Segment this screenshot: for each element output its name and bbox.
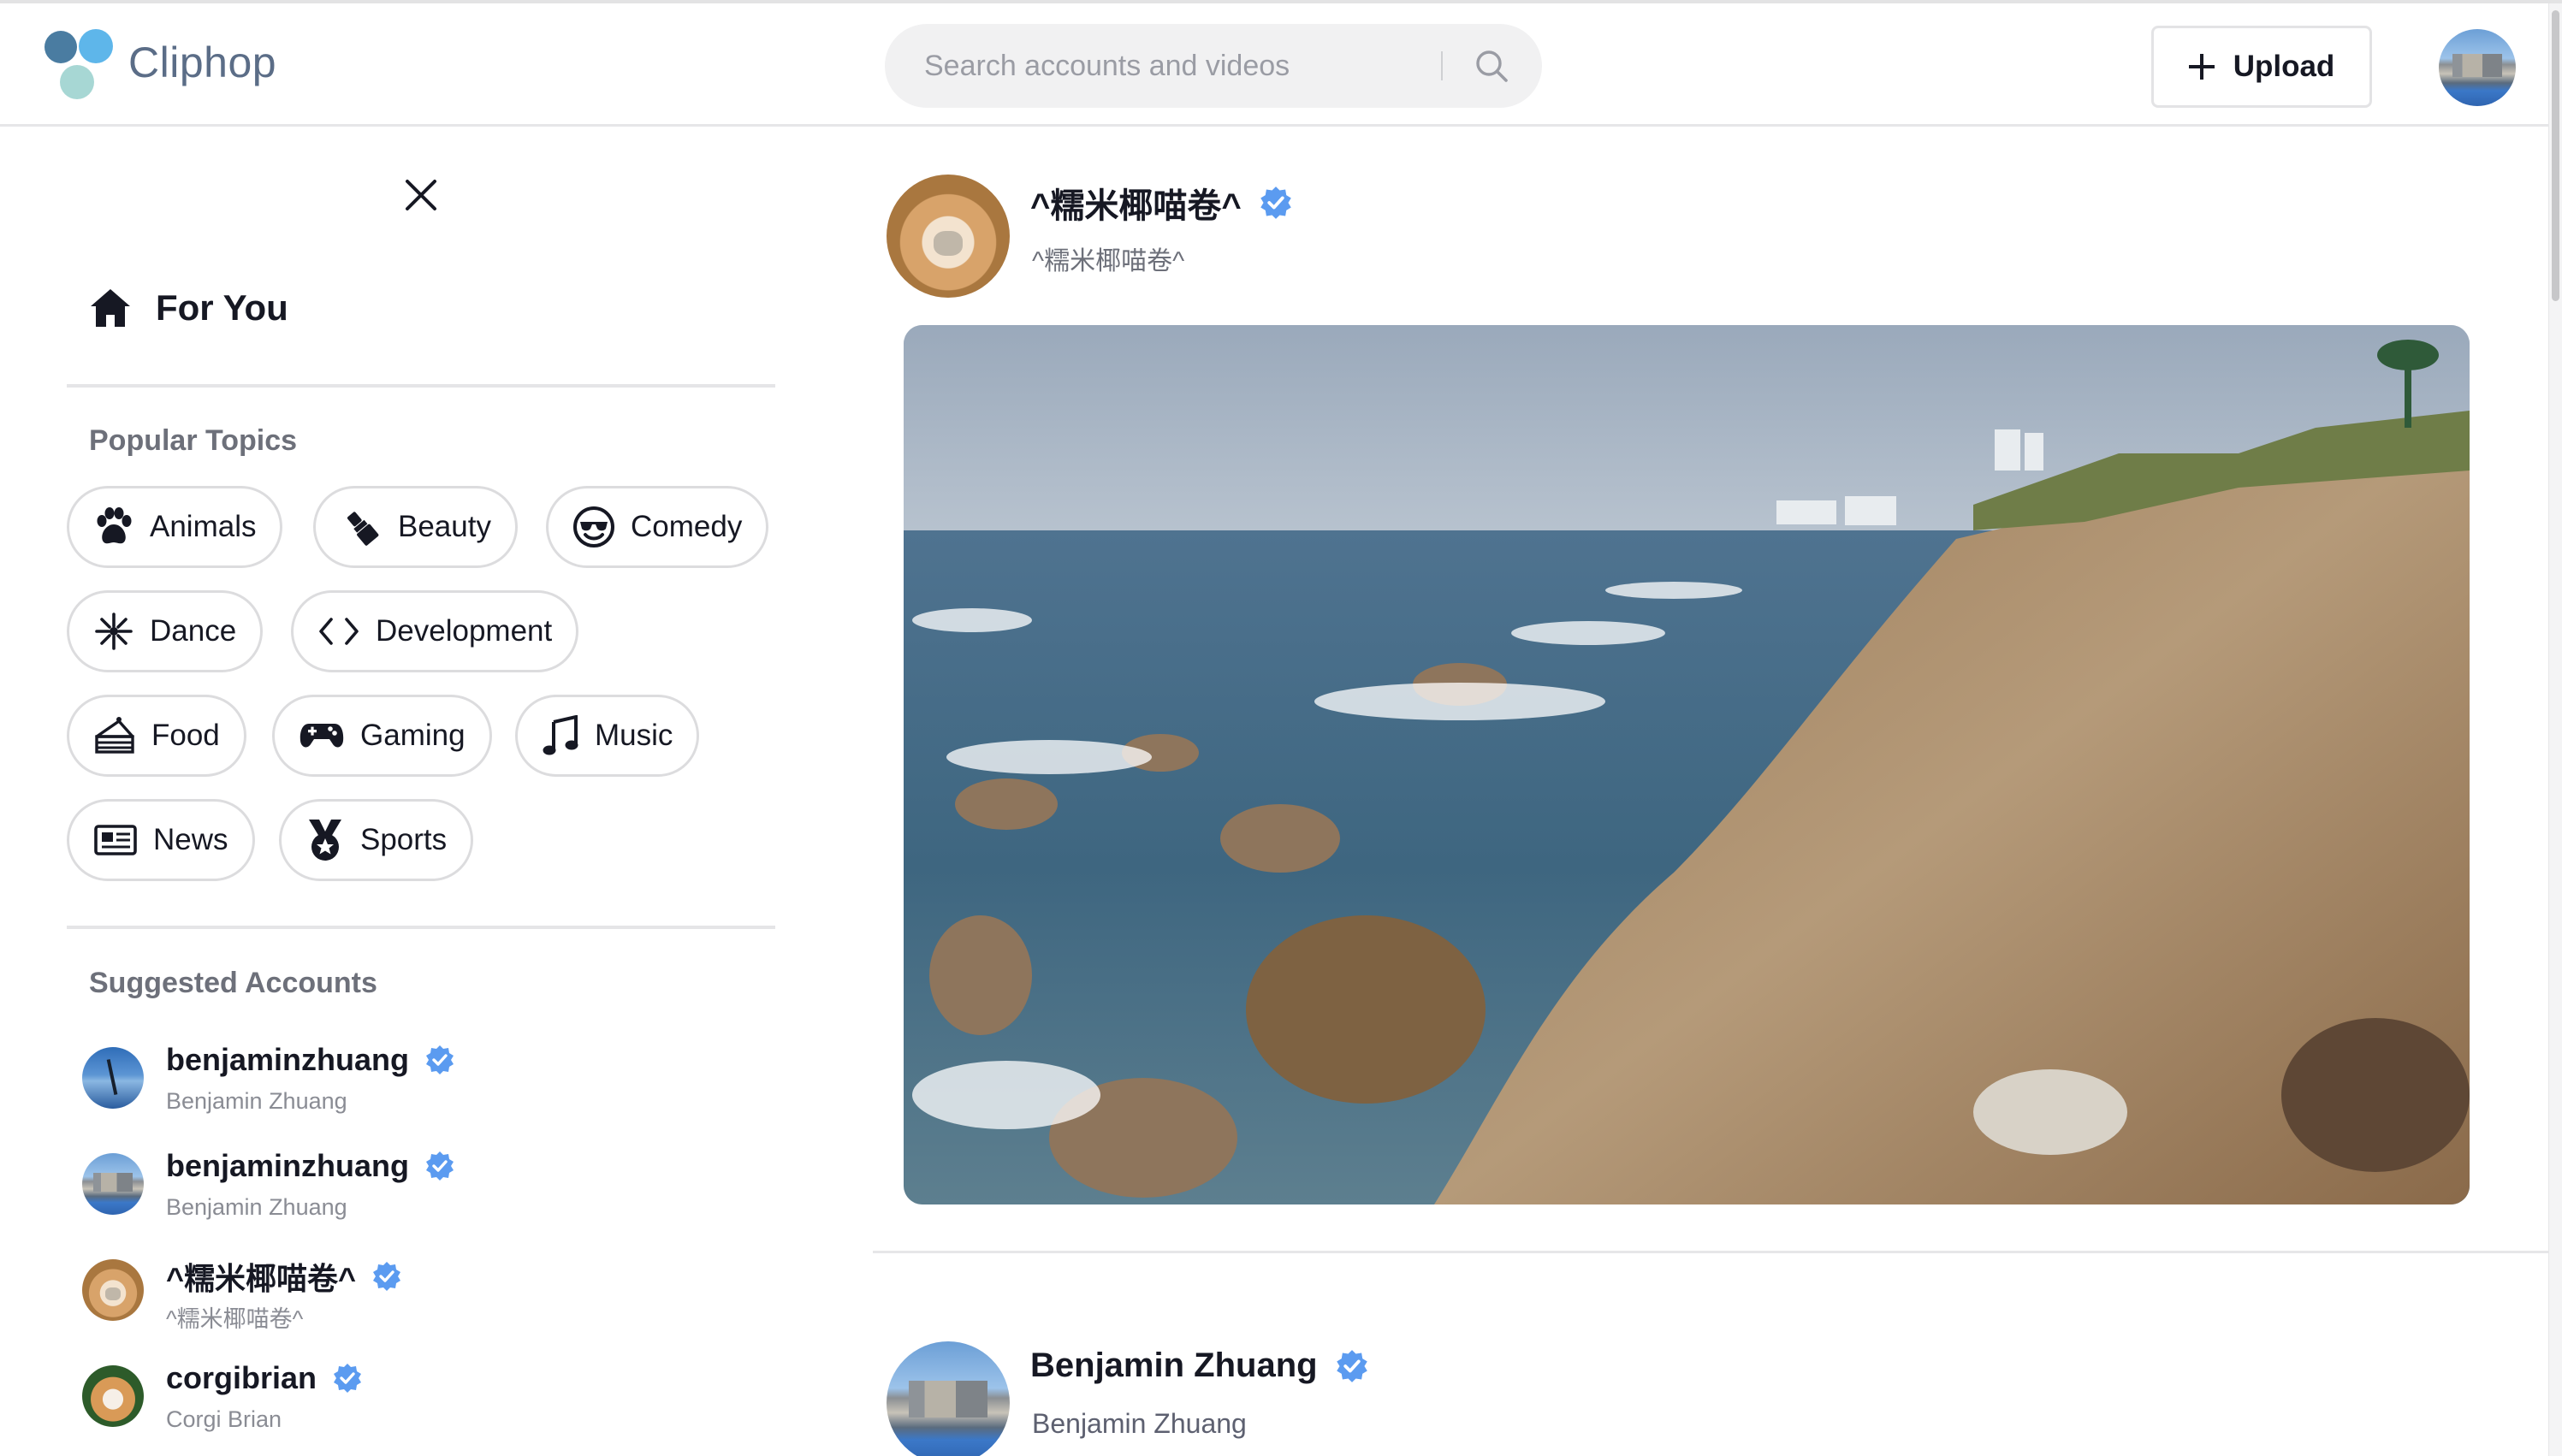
sidebar-divider xyxy=(67,926,775,929)
paw-icon xyxy=(97,507,132,544)
feed-divider xyxy=(873,1251,2555,1253)
account-handle-row: benjaminzhuang xyxy=(166,1148,455,1184)
account-name: Benjamin Zhuang xyxy=(166,1088,347,1114)
topic-label: Dance xyxy=(150,614,237,648)
account-name: Benjamin Zhuang xyxy=(166,1194,347,1220)
topic-label: Comedy xyxy=(631,510,743,543)
topic-news[interactable]: News xyxy=(67,799,255,881)
cake-icon xyxy=(95,717,134,754)
sidebar-divider xyxy=(67,384,775,388)
page-scrollbar[interactable] xyxy=(2548,3,2562,1456)
account-handle-row: ^糯米椰喵卷^ xyxy=(166,1254,402,1299)
brand-name[interactable]: Cliphop xyxy=(128,38,276,87)
account-handle: benjaminzhuang xyxy=(166,1042,410,1077)
search-input[interactable] xyxy=(924,44,1455,87)
newspaper-icon xyxy=(94,825,137,855)
verified-badge-icon xyxy=(1260,186,1291,219)
topic-sports[interactable]: Sports xyxy=(279,799,474,881)
topic-label: Beauty xyxy=(398,510,491,543)
account-handle: benjaminzhuang xyxy=(166,1148,410,1183)
search-bar xyxy=(885,24,1542,108)
topic-label: Music xyxy=(595,719,673,752)
music-note-icon xyxy=(543,715,578,755)
scrollbar-thumb[interactable] xyxy=(2552,10,2559,301)
logo-dot xyxy=(79,29,113,63)
account-handle: ^糯米椰喵卷^ xyxy=(166,1261,357,1296)
topic-label: Sports xyxy=(360,823,448,856)
plus-icon xyxy=(2188,54,2215,80)
nav-for-you-label: For You xyxy=(156,287,288,328)
suggested-account[interactable]: ^糯米椰喵卷^ ^糯米椰喵卷^ xyxy=(82,1249,596,1343)
top-bar: Cliphop Upload xyxy=(0,3,2562,127)
suggested-accounts-title: Suggested Accounts xyxy=(89,967,377,999)
avatar xyxy=(82,1153,144,1215)
topic-label: Food xyxy=(151,719,220,752)
topic-music[interactable]: Music xyxy=(515,695,700,777)
upload-button[interactable]: Upload xyxy=(2151,26,2372,108)
gamepad-icon xyxy=(299,724,344,748)
dance-burst-icon xyxy=(95,613,133,650)
upload-label: Upload xyxy=(2233,50,2335,83)
topic-food[interactable]: Food xyxy=(67,695,246,777)
topic-comedy[interactable]: Comedy xyxy=(546,486,769,568)
topic-beauty[interactable]: Beauty xyxy=(313,486,518,568)
suggested-account[interactable]: benjaminzhuang Benjamin Zhuang xyxy=(82,1037,596,1131)
post-author-handle[interactable]: Benjamin Zhuang xyxy=(1030,1347,1318,1385)
avatar xyxy=(82,1047,144,1109)
search-divider xyxy=(1441,51,1443,80)
verified-badge-icon xyxy=(426,1151,454,1181)
topic-label: News xyxy=(153,823,228,856)
post-author-name: ^糯米椰喵卷^ xyxy=(1032,247,1185,275)
home-icon xyxy=(91,289,130,327)
medal-icon xyxy=(309,820,341,861)
topic-development[interactable]: Development xyxy=(291,590,579,672)
sunglasses-face-icon xyxy=(573,506,614,547)
profile-avatar[interactable] xyxy=(2439,29,2516,106)
topic-label: Gaming xyxy=(360,719,466,752)
video-player[interactable] xyxy=(904,325,2470,1204)
post-author-avatar[interactable] xyxy=(887,175,1010,298)
verified-badge-icon xyxy=(334,1364,362,1393)
popular-topics-title: Popular Topics xyxy=(89,424,298,457)
video-frame-seaside xyxy=(904,325,2470,1204)
logo-dot xyxy=(44,31,77,63)
topic-animals[interactable]: Animals xyxy=(67,486,283,568)
suggested-account[interactable]: corgibrian Corgi Brian xyxy=(82,1355,596,1449)
topic-gaming[interactable]: Gaming xyxy=(272,695,492,777)
logo-icon[interactable] xyxy=(44,29,118,103)
post-author-name: Benjamin Zhuang xyxy=(1032,1408,1247,1439)
topic-label: Animals xyxy=(150,510,257,543)
nav-for-you[interactable]: For You xyxy=(89,282,288,334)
topic-label: Development xyxy=(376,614,553,648)
verified-badge-icon xyxy=(1336,1349,1367,1382)
account-name: ^糯米椰喵卷^ xyxy=(166,1306,304,1332)
verified-badge-icon xyxy=(426,1045,454,1074)
topic-dance[interactable]: Dance xyxy=(67,590,264,672)
search-icon[interactable] xyxy=(1474,48,1509,84)
post-author-handle-row: Benjamin Zhuang xyxy=(1030,1347,1369,1385)
account-name: Corgi Brian xyxy=(166,1406,282,1432)
logo-dot xyxy=(60,65,94,99)
verified-badge-icon xyxy=(373,1262,401,1291)
account-handle-row: corgibrian xyxy=(166,1360,363,1396)
post-author-handle-row: ^糯米椰喵卷^ xyxy=(1030,178,1293,228)
avatar xyxy=(82,1365,144,1427)
post-author-handle[interactable]: ^糯米椰喵卷^ xyxy=(1030,178,1242,228)
lipstick-icon xyxy=(347,512,379,546)
account-handle: corgibrian xyxy=(166,1360,317,1395)
suggested-account[interactable]: benjaminzhuang Benjamin Zhuang xyxy=(82,1143,596,1237)
account-handle-row: benjaminzhuang xyxy=(166,1042,455,1078)
avatar xyxy=(82,1259,144,1321)
post-author-avatar[interactable] xyxy=(887,1341,1010,1456)
code-icon xyxy=(319,618,359,645)
close-icon[interactable] xyxy=(402,176,440,214)
